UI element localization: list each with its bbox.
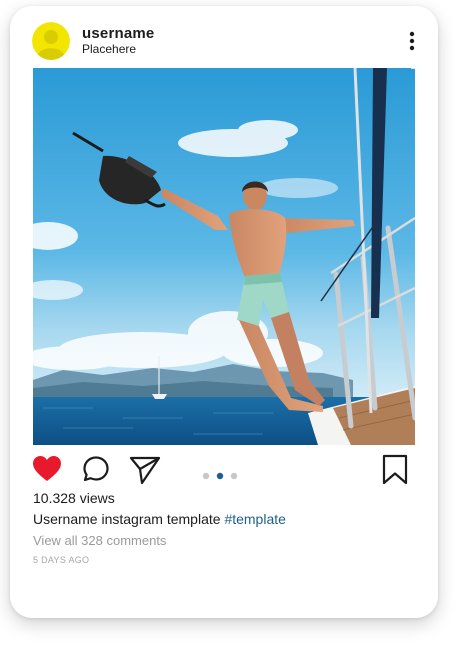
caption-author[interactable]: Username	[33, 511, 98, 527]
comment-icon	[83, 456, 109, 482]
location[interactable]: Placehere	[82, 42, 136, 56]
page: username Placehere 10.328 views Username…	[0, 0, 463, 649]
more-options-button[interactable]	[404, 30, 420, 52]
like-button[interactable]	[32, 455, 62, 483]
comment-button[interactable]	[82, 455, 110, 483]
caption: Username instagram template #template	[33, 511, 286, 527]
carousel-dot[interactable]	[202, 472, 210, 480]
save-button[interactable]	[382, 454, 408, 485]
carousel-indicator	[202, 467, 238, 480]
post-card: username Placehere 10.328 views Username…	[10, 6, 438, 618]
post-photo[interactable]	[33, 68, 415, 445]
view-count: 10.328 views	[33, 490, 115, 506]
carousel-dot[interactable]	[230, 472, 238, 480]
bookmark-icon	[382, 454, 408, 485]
avatar[interactable]	[32, 22, 70, 60]
caption-hashtag[interactable]: #template	[224, 511, 285, 527]
carousel-dot-active[interactable]	[216, 472, 224, 480]
username[interactable]: username	[82, 25, 154, 42]
caption-text: instagram template	[101, 511, 221, 527]
more-vertical-icon	[409, 31, 415, 51]
send-icon	[129, 456, 161, 485]
post-timestamp: 5 DAYS AGO	[33, 555, 90, 565]
view-comments-link[interactable]: View all 328 comments	[33, 533, 166, 548]
share-button[interactable]	[129, 455, 161, 485]
sailboat-jump-photo	[33, 68, 415, 445]
heart-icon	[33, 456, 61, 481]
user-avatar-icon	[32, 22, 70, 60]
